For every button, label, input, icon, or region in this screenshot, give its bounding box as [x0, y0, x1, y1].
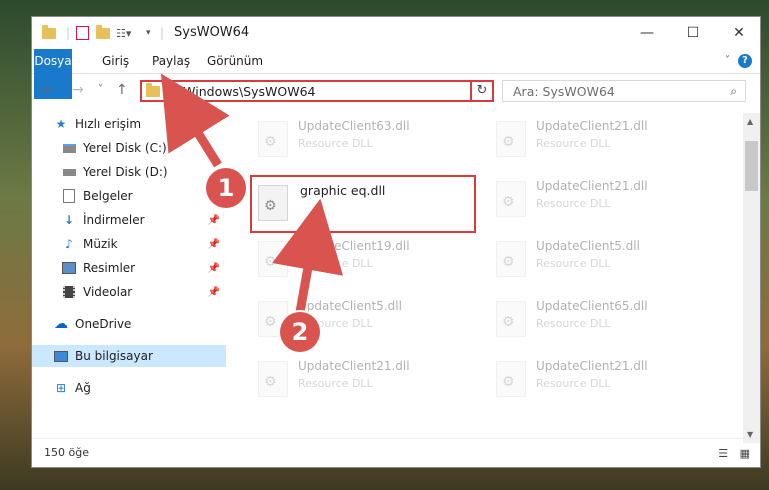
step-2-badge: 2	[280, 312, 320, 352]
arrow-to-dll-file	[272, 198, 344, 313]
step-1-badge: 1	[206, 168, 246, 208]
annotation-arrows	[160, 73, 344, 313]
arrow-to-address-bar	[160, 73, 230, 168]
